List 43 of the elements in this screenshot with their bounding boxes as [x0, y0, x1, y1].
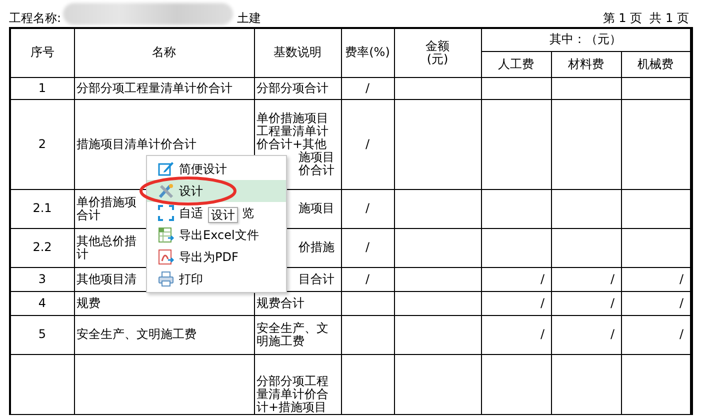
- table-cell: 3: [10, 267, 74, 291]
- table-cell: 分部分项工程 量清单计价合 计+措施项目: [254, 354, 341, 414]
- table-cell: /: [341, 228, 394, 267]
- table-cell: /: [341, 99, 394, 189]
- project-label: 工程名称:: [9, 10, 62, 27]
- project-type: 土建: [237, 10, 262, 27]
- table-cell: /: [341, 189, 394, 228]
- menu-item-label: 览: [242, 204, 254, 222]
- edit-icon: [157, 160, 175, 178]
- table-cell: /: [481, 291, 551, 315]
- table-cell: 分部分项工程量清单计价合计: [74, 77, 254, 99]
- column-header: 基数说明: [254, 28, 341, 77]
- table-cell: /: [481, 267, 551, 291]
- table-cell: /: [551, 315, 621, 354]
- table-cell: 2.1: [10, 189, 74, 228]
- spreadsheet-icon: [157, 226, 175, 244]
- column-header: 序号: [10, 28, 74, 77]
- table-cell: 2.2: [10, 228, 74, 267]
- pencil-ruler-icon: [157, 182, 175, 200]
- expand-icon: [157, 204, 175, 222]
- tooltip: 设计: [208, 207, 238, 223]
- column-header: 名称: [74, 28, 254, 77]
- column-header: 材料费: [551, 51, 621, 77]
- table-cell: 4: [10, 291, 74, 315]
- column-header: 人工费: [481, 51, 551, 77]
- table-cell: 2: [10, 99, 74, 189]
- table-cell: 1: [10, 77, 74, 99]
- table-cell: 5: [10, 315, 74, 354]
- table-cell: /: [341, 77, 394, 99]
- table-cell: /: [551, 267, 621, 291]
- page-info: 第 1 页 共 1 页: [602, 10, 689, 27]
- table-cell: /: [481, 315, 551, 354]
- pdf-icon: [157, 248, 175, 266]
- column-header: 费率(%): [341, 28, 394, 77]
- table-cell: /: [551, 291, 621, 315]
- table-cell: 安全生产、文明施工费: [74, 315, 254, 354]
- table-cell: 安全生产、文 明施工费: [254, 315, 341, 354]
- column-header: 金额 (元): [394, 28, 481, 77]
- menu-item-label: 自适: [179, 204, 203, 222]
- printer-icon: [157, 270, 175, 288]
- table-cell: /: [341, 267, 394, 291]
- table-cell: 分部分项合计: [254, 77, 341, 99]
- menu-item[interactable]: 设计: [147, 180, 286, 202]
